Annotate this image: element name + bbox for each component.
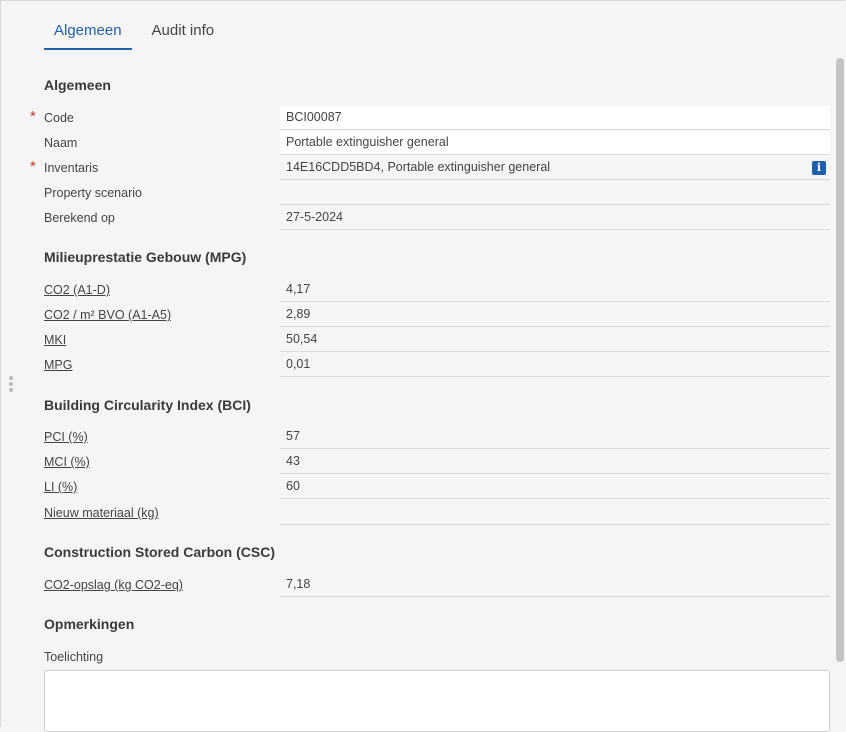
tab-algemeen[interactable]: Algemeen — [44, 14, 132, 50]
tab-audit-info[interactable]: Audit info — [142, 14, 225, 48]
field-label-property-scenario: Property scenario — [44, 186, 142, 200]
vertical-scrollbar[interactable] — [836, 58, 844, 662]
inventaris-value: 14E16CDD5BD4, Portable extinguisher gene… — [286, 160, 551, 174]
field-row-inventaris: * Inventaris 14E16CDD5BD4, Portable exti… — [30, 156, 830, 181]
field-row-pci: PCI (%) 57 — [30, 425, 830, 450]
section-title-mpg: Milieuprestatie Gebouw (MPG) — [44, 249, 247, 265]
berekend-op-field: 27-5-2024 — [280, 206, 830, 230]
field-row-li: LI (%) 60 — [30, 475, 830, 500]
field-row-mpg: MPG 0,01 — [30, 353, 830, 378]
naam-field[interactable]: Portable extinguisher general — [280, 131, 830, 155]
field-row-nieuw-materiaal: Nieuw materiaal (kg) — [30, 501, 830, 526]
code-field[interactable]: BCI00087 — [280, 106, 830, 130]
field-row-naam: Naam Portable extinguisher general — [30, 131, 830, 156]
co2-a1-d-value: 4,17 — [280, 278, 830, 302]
tab-bar: Algemeen Audit info — [44, 14, 225, 50]
field-link-mki[interactable]: MKI — [44, 333, 66, 347]
section-title-opmerkingen: Opmerkingen — [44, 616, 135, 632]
field-label-berekend-op: Berekend op — [44, 211, 115, 225]
co2-opslag-value: 7,18 — [280, 573, 830, 597]
mpg-value: 0,01 — [280, 353, 830, 377]
field-link-li[interactable]: LI (%) — [44, 480, 77, 494]
required-marker: * — [30, 158, 36, 175]
field-link-mpg[interactable]: MPG — [44, 358, 72, 372]
field-row-code: * Code BCI00087 — [30, 106, 830, 131]
field-link-co2-opslag[interactable]: CO2-opslag (kg CO2-eq) — [44, 578, 183, 592]
mci-value: 43 — [280, 450, 830, 474]
field-label-inventaris: Inventaris — [44, 161, 99, 175]
field-row-co2-opslag: CO2-opslag (kg CO2-eq) 7,18 — [30, 573, 830, 598]
toelichting-label: Toelichting — [44, 650, 104, 664]
field-row-property-scenario: Property scenario — [30, 181, 830, 206]
toelichting-textarea[interactable] — [44, 670, 830, 732]
required-marker: * — [30, 108, 36, 125]
field-row-co2-m2-bvo: CO2 / m² BVO (A1-A5) 2,89 — [30, 303, 830, 328]
section-title-algemeen: Algemeen — [44, 77, 111, 93]
drag-handle-icon[interactable] — [9, 376, 15, 394]
info-icon[interactable]: i — [812, 161, 826, 175]
field-row-berekend-op: Berekend op 27-5-2024 — [30, 206, 830, 231]
field-row-co2-a1-d: CO2 (A1-D) 4,17 — [30, 278, 830, 303]
li-value: 60 — [280, 475, 830, 499]
section-title-bci: Building Circularity Index (BCI) — [44, 397, 251, 413]
section-title-csc: Construction Stored Carbon (CSC) — [44, 544, 275, 560]
pci-value: 57 — [280, 425, 830, 449]
field-link-co2-m2-bvo[interactable]: CO2 / m² BVO (A1-A5) — [44, 308, 171, 322]
property-scenario-field — [280, 181, 830, 205]
nieuw-materiaal-value — [280, 501, 830, 525]
field-link-nieuw-materiaal[interactable]: Nieuw materiaal (kg) — [44, 506, 159, 520]
inventaris-field[interactable]: 14E16CDD5BD4, Portable extinguisher gene… — [280, 156, 830, 180]
field-label-code: Code — [44, 111, 74, 125]
field-link-mci[interactable]: MCI (%) — [44, 455, 90, 469]
co2-m2-bvo-value: 2,89 — [280, 303, 830, 327]
field-link-pci[interactable]: PCI (%) — [44, 430, 88, 444]
field-label-naam: Naam — [44, 136, 78, 150]
field-row-mki: MKI 50,54 — [30, 328, 830, 353]
mki-value: 50,54 — [280, 328, 830, 352]
field-row-mci: MCI (%) 43 — [30, 450, 830, 475]
field-link-co2-a1-d[interactable]: CO2 (A1-D) — [44, 283, 110, 297]
